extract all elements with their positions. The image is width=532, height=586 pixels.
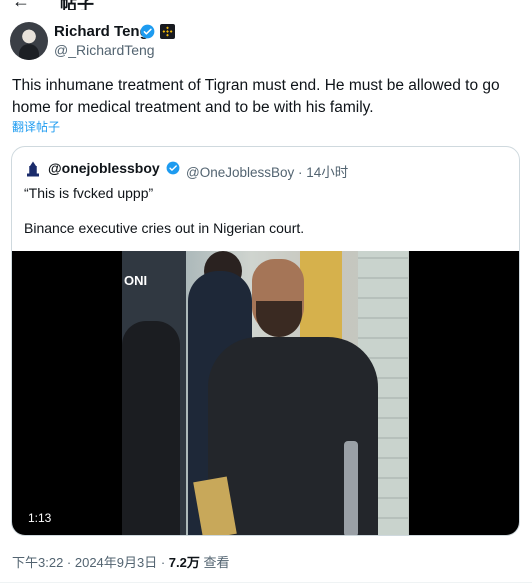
divider [0,582,532,583]
tweet-text: This inhumane treatment of Tigran must e… [12,77,500,116]
tweet-meta: 下午3:22 · 2024年9月3日 · 7.2万 查看 [12,552,230,571]
verified-badge-icon [140,24,155,39]
binance-affiliate-icon [160,24,175,39]
back-arrow-icon[interactable]: ← [12,0,30,10]
quoted-author-avatar[interactable] [24,160,42,178]
top-bar: ← 帖子 [0,0,532,10]
video-player[interactable]: ONI 1:13 [12,251,519,535]
author-name[interactable]: Richard Teng [54,23,149,40]
page-title: 帖子 [60,0,94,10]
tweet-time[interactable]: 下午3:22 · 2024年9月3日 · [12,555,169,570]
quoted-text-line-2: Binance executive cries out in Nigerian … [24,220,305,236]
quoted-tweet[interactable]: @onejoblessboy @OneJoblessBoy · 14小时 “Th… [11,146,520,536]
author-avatar[interactable] [10,22,48,60]
quoted-author-name[interactable]: @onejoblessboy [48,160,160,176]
quoted-handle-time: @OneJoblessBoy · 14小时 [186,165,349,180]
video-person-left [122,321,180,535]
views-label: 查看 [199,555,230,570]
video-crutch [344,441,358,535]
quoted-verified-badge-icon [166,161,180,175]
video-main-person-beard [256,301,302,337]
video-overlay-text: ONI [124,273,148,288]
translate-post-link[interactable]: 翻译帖子 [12,118,60,135]
author-handle[interactable]: @_RichardTeng [54,42,155,58]
quoted-text-line-1: “This is fvcked uppp” [24,185,154,201]
video-timestamp: 1:13 [22,509,58,527]
view-count: 7.2万 [168,555,200,570]
video-frame [122,251,409,535]
